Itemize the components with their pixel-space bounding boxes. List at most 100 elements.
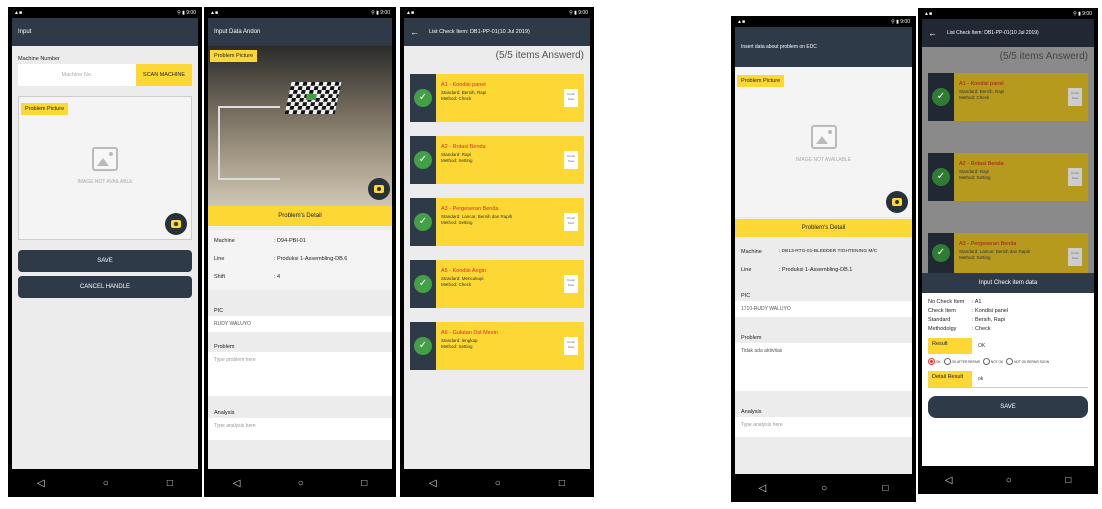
check-circle-icon: ✓	[414, 275, 432, 293]
check-item-card[interactable]: ✓ A1 - Kondisi panel Standard: Bersih, Ra…	[410, 74, 584, 122]
check-item-card[interactable]: ✓ A2 - Rotasi Benda Standard: Rapi Method:…	[928, 153, 1088, 201]
recent-nav-icon[interactable]: □	[361, 478, 367, 489]
phone-list-check-item: ▲■ ⚲ ▮ 9:00 ← List Check Item: DB1-PP-01(…	[400, 7, 594, 497]
page-title: List Check Item: DB1-PP-01(10 Jul 2019)	[429, 29, 530, 35]
problem-picture-area: Problem Picture IMAGE NOT AVAILABLE	[18, 96, 192, 240]
radio-not-ok-repair-soon[interactable]	[1006, 358, 1014, 365]
problem-input[interactable]: Tidak ada aktivitas	[735, 343, 912, 391]
detail-row: Shift: 4	[214, 274, 281, 280]
machine-number-label: Machine Number	[18, 56, 60, 62]
check-item-card[interactable]: ✓ A5 - Kondisi Angin Standard: Mencukupi M…	[410, 260, 584, 308]
back-nav-icon[interactable]: ◁	[759, 483, 767, 494]
back-nav-icon[interactable]: ◁	[429, 478, 437, 489]
detail-data-button[interactable]: Detail Data	[564, 151, 578, 169]
detail-row: Machine: DB13-RTG-01-BLEEDER TIGHTENING …	[741, 249, 878, 255]
dialog-row: No Check Item: A1	[928, 299, 982, 305]
check-item-card[interactable]: ✓ A2 - Rotasi Benda Standard: Rapi Method:…	[410, 136, 584, 184]
camera-icon[interactable]	[165, 213, 187, 235]
pic-field[interactable]: RUDY WALUYO	[208, 316, 392, 332]
detail-data-button[interactable]: Detail Data	[1068, 88, 1082, 106]
answered-count: (5/5 items Answerd)	[999, 51, 1088, 62]
check-circle-icon: ✓	[414, 337, 432, 355]
home-nav-icon[interactable]: ○	[1006, 475, 1012, 486]
camera-icon[interactable]	[368, 178, 390, 200]
app-bar: ← List Check Item: DB1-PP-01(10 Jul 2019…	[404, 18, 590, 46]
detail-data-button[interactable]: Detail Data	[1068, 168, 1082, 186]
checkerboard-target	[284, 82, 342, 114]
detail-data-button[interactable]: Detail Data	[564, 275, 578, 293]
nav-bar: ◁ ○ □	[731, 474, 916, 502]
pic-field[interactable]: 1710-RUDY WALUYO	[735, 301, 912, 317]
analysis-input[interactable]: Type analysis here	[735, 417, 912, 437]
radio-ok-after-repair[interactable]	[943, 358, 951, 365]
detail-data-button[interactable]: Detail Data	[564, 89, 578, 107]
page-title: Input Data Andon	[214, 29, 261, 35]
check-item-card[interactable]: ✓ A1 - Kondisi panel Standard: Bersih, Ra…	[928, 73, 1088, 121]
save-button[interactable]: SAVE	[928, 396, 1088, 418]
check-circle-icon: ✓	[932, 244, 950, 262]
machine-number-input[interactable]: Machine No.	[18, 64, 136, 86]
radio-not-ok[interactable]	[982, 358, 990, 365]
back-arrow-icon[interactable]: ←	[928, 28, 937, 38]
nav-bar: ◁ ○ □	[400, 469, 594, 497]
phone-input: ▲■ ⚲ ▮ 9:00 Input Machine Number Machine …	[8, 7, 202, 497]
problems-detail-header: Problem's Detail	[208, 206, 392, 226]
recent-nav-icon[interactable]: □	[1065, 475, 1071, 486]
status-bar: ▲■ ⚲ ▮ 9:00	[406, 9, 588, 16]
home-nav-icon[interactable]: ○	[103, 478, 109, 489]
phone-input-check-item-dialog: ▲■ ⚲ ▮ 9:00 ← List Check Item: DB1-PP-01(…	[918, 8, 1098, 494]
detail-data-button[interactable]: Detail Data	[1068, 248, 1082, 266]
save-button[interactable]: SAVE	[18, 250, 192, 272]
detail-data-button[interactable]: Detail Data	[564, 213, 578, 231]
camera-icon[interactable]	[886, 191, 908, 213]
problem-input[interactable]: Type problem here	[208, 352, 392, 396]
problem-picture-label: Problem Picture	[737, 75, 785, 87]
dialog-title: Input Check item data	[922, 273, 1094, 293]
dialog-row: Methodolgy: Check	[928, 326, 991, 332]
page-title: List Check Item: DB1-PP-01(10 Jul 2019)	[947, 30, 1039, 36]
dialog-row: Standard: Bersih, Rapi	[928, 317, 1006, 323]
status-bar: ▲■ ⚲ ▮ 9:00	[924, 10, 1092, 17]
result-radio-group: OK OK AFTER REPAIR NOT OK NOT OK REPAIR …	[928, 358, 1088, 365]
radio-ok[interactable]	[928, 358, 935, 365]
app-bar: Insert data about problem on EDC	[735, 27, 912, 67]
check-circle-icon: ✓	[414, 213, 432, 231]
home-nav-icon[interactable]: ○	[298, 478, 304, 489]
result-value: OK	[978, 343, 986, 349]
image-icon	[810, 125, 837, 149]
home-nav-icon[interactable]: ○	[821, 483, 827, 494]
analysis-input[interactable]: Type analysis here	[208, 418, 392, 440]
scan-machine-button[interactable]: SCAN MACHINE	[136, 64, 192, 86]
back-nav-icon[interactable]: ◁	[233, 478, 241, 489]
recent-nav-icon[interactable]: □	[559, 478, 565, 489]
recent-nav-icon[interactable]: □	[882, 483, 888, 494]
pic-label: PIC	[214, 308, 224, 314]
phone-input-data-andon: ▲■ ⚲ ▮ 9:00 Input Data Andon Problem Pict…	[204, 7, 396, 497]
check-circle-icon: ✓	[414, 151, 432, 169]
image-placeholder: IMAGE NOT AVAILABLE	[735, 125, 912, 163]
problem-label: Problem	[214, 344, 235, 350]
analysis-label: Analysis	[741, 409, 762, 415]
check-item-card[interactable]: ✓ A6 - Gulatan Dst Mesin Standard: lengka…	[410, 322, 584, 370]
app-bar: Input	[12, 18, 198, 46]
check-item-card[interactable]: ✓ A3 - Pergeseran Benda Standard: Lancar,…	[928, 233, 1088, 273]
dialog-row: Check Item: Kondisi panel	[928, 308, 1009, 314]
detail-result-label: Detail Result	[928, 371, 972, 387]
image-placeholder: IMAGE NOT AVAILABLE	[19, 147, 191, 185]
home-nav-icon[interactable]: ○	[495, 478, 501, 489]
status-bar: ▲■ ⚲ ▮ 9:00	[737, 18, 910, 25]
cancel-handle-button[interactable]: CANCEL HANDLE	[18, 276, 192, 298]
detail-data-button[interactable]: Detail Data	[564, 337, 578, 355]
back-arrow-icon[interactable]: ←	[410, 27, 419, 37]
back-nav-icon[interactable]: ◁	[945, 475, 953, 486]
check-circle-icon: ✓	[414, 89, 432, 107]
back-nav-icon[interactable]: ◁	[37, 478, 45, 489]
detail-row: Line: Produksi 1-Assembling-DB.6	[214, 256, 348, 262]
status-bar: ▲■ ⚲ ▮ 9:00	[210, 9, 390, 16]
detail-result-input[interactable]: ok	[978, 376, 983, 382]
recent-nav-icon[interactable]: □	[167, 478, 173, 489]
check-item-card[interactable]: ✓ A3 - Pergeseran Benda Standard: Lancar,…	[410, 198, 584, 246]
detail-row: Line: Produksi 1-Assembling-DB.1	[741, 267, 853, 273]
page-title: Insert data about problem on EDC	[741, 44, 817, 50]
check-circle-icon: ✓	[932, 168, 950, 186]
